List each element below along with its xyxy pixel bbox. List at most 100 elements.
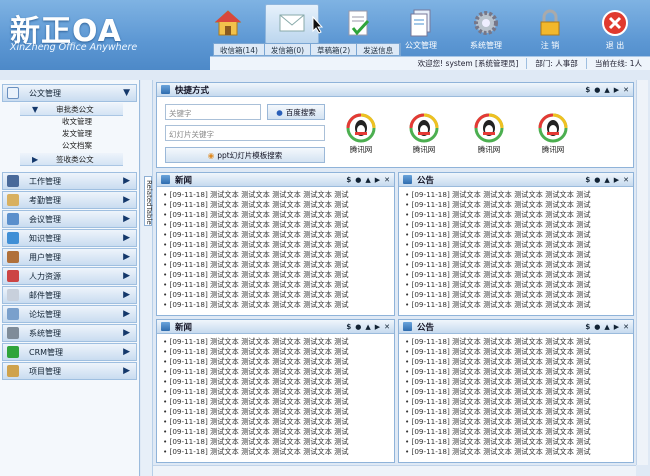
list-item[interactable]: • [09-11-18] 测试文本 测试文本 测试文本 测试文本 测试 (163, 240, 388, 250)
list-item[interactable]: • [09-11-18] 测试文本 测试文本 测试文本 测试文本 测试 (163, 407, 388, 417)
refresh-icon[interactable]: ● (355, 323, 361, 331)
sidebar-sub-approval[interactable]: ▼ 审批类公文 (20, 103, 123, 116)
exit-button[interactable]: 退 出 (590, 6, 640, 56)
dollar-icon[interactable]: $ (346, 323, 351, 331)
list-item[interactable]: • [09-11-18] 测试文本 测试文本 测试文本 测试文本 测试 (163, 377, 388, 387)
list-item[interactable]: • [09-11-18] 测试文本 测试文本 测试文本 测试文本 测试 (405, 290, 627, 300)
list-item[interactable]: • [09-11-18] 测试文本 测试文本 测试文本 测试文本 测试 (405, 220, 627, 230)
dollar-icon[interactable]: $ (346, 176, 351, 184)
qq-shortcut[interactable]: 腾讯网 (470, 113, 508, 155)
sidebar-item[interactable]: 项目管理 ▶ (2, 362, 137, 380)
list-item[interactable]: • [09-11-18] 测试文本 测试文本 测试文本 测试文本 测试 (405, 240, 627, 250)
list-item[interactable]: • [09-11-18] 测试文本 测试文本 测试文本 测试文本 测试 (405, 230, 627, 240)
list-item[interactable]: • [09-11-18] 测试文本 测试文本 测试文本 测试文本 测试 (405, 437, 627, 447)
list-item[interactable]: • [09-11-18] 测试文本 测试文本 测试文本 测试文本 测试 (405, 447, 627, 457)
panel-tools[interactable]: $ ● ▲ ▶ ✕ (346, 176, 390, 184)
list-item[interactable]: • [09-11-18] 测试文本 测试文本 测试文本 测试文本 测试 (405, 260, 627, 270)
collapse-icon[interactable]: ▲ (604, 176, 609, 184)
close-icon[interactable]: ✕ (623, 176, 629, 184)
list-item[interactable]: • [09-11-18] 测试文本 测试文本 测试文本 测试文本 测试 (405, 210, 627, 220)
list-item[interactable]: • [09-11-18] 测试文本 测试文本 测试文本 测试文本 测试 (163, 347, 388, 357)
sidebar-leaf-sent[interactable]: 发文管理 (0, 128, 139, 140)
qq-shortcut[interactable]: 腾讯网 (342, 113, 380, 155)
ppt-keyword-input[interactable]: 幻灯片关键字 (165, 125, 325, 141)
list-item[interactable]: • [09-11-18] 测试文本 测试文本 测试文本 测试文本 测试 (163, 200, 388, 210)
dollar-icon[interactable]: $ (585, 176, 590, 184)
refresh-icon[interactable]: ● (594, 323, 600, 331)
tab-outbox[interactable]: 发信箱(0) (265, 44, 312, 55)
list-item[interactable]: • [09-11-18] 测试文本 测试文本 测试文本 测试文本 测试 (163, 387, 388, 397)
vertical-scrollbar[interactable] (636, 80, 648, 465)
list-item[interactable]: • [09-11-18] 测试文本 测试文本 测试文本 测试文本 测试 (163, 270, 388, 280)
sidebar-item[interactable]: 用户管理 ▶ (2, 248, 137, 266)
refresh-icon[interactable]: ● (594, 86, 600, 94)
panel-tools[interactable]: $ ● ▲ ▶ ✕ (585, 86, 629, 94)
dollar-icon[interactable]: $ (585, 323, 590, 331)
collapse-icon[interactable]: ▲ (365, 323, 370, 331)
list-item[interactable]: • [09-11-18] 测试文本 测试文本 测试文本 测试文本 测试 (405, 357, 627, 367)
sidebar-item[interactable]: 系统管理 ▶ (2, 324, 137, 342)
list-item[interactable]: • [09-11-18] 测试文本 测试文本 测试文本 测试文本 测试 (405, 270, 627, 280)
list-item[interactable]: • [09-11-18] 测试文本 测试文本 测试文本 测试文本 测试 (163, 210, 388, 220)
panel-tools[interactable]: $ ● ▲ ▶ ✕ (585, 323, 629, 331)
list-item[interactable]: • [09-11-18] 测试文本 测试文本 测试文本 测试文本 测试 (163, 220, 388, 230)
list-item[interactable]: • [09-11-18] 测试文本 测试文本 测试文本 测试文本 测试 (405, 250, 627, 260)
expand-icon[interactable]: ▶ (614, 323, 619, 331)
list-item[interactable]: • [09-11-18] 测试文本 测试文本 测试文本 测试文本 测试 (405, 407, 627, 417)
sidebar-item[interactable]: 邮件管理 ▶ (2, 286, 137, 304)
list-item[interactable]: • [09-11-18] 测试文本 测试文本 测试文本 测试文本 测试 (405, 397, 627, 407)
list-item[interactable]: • [09-11-18] 测试文本 测试文本 测试文本 测试文本 测试 (405, 347, 627, 357)
sidebar-leaf-archive[interactable]: 公文档案 (0, 140, 139, 152)
sidebar-leaf-received[interactable]: 收文管理 (0, 116, 139, 128)
sidebar-item-documents[interactable]: 公文管理 ▼ (2, 84, 137, 102)
sidebar-item[interactable]: 工作管理 ▶ (2, 172, 137, 190)
close-icon[interactable]: ✕ (623, 86, 629, 94)
qq-shortcut[interactable]: 腾讯网 (405, 113, 443, 155)
list-item[interactable]: • [09-11-18] 测试文本 测试文本 测试文本 测试文本 测试 (163, 437, 388, 447)
list-item[interactable]: • [09-11-18] 测试文本 测试文本 测试文本 测试文本 测试 (163, 250, 388, 260)
list-item[interactable]: • [09-11-18] 测试文本 测试文本 测试文本 测试文本 测试 (163, 337, 388, 347)
sidebar-item[interactable]: 人力资源 ▶ (2, 267, 137, 285)
ppt-search-button[interactable]: ◉ ppt幻灯片模板搜索 (165, 147, 325, 163)
expand-icon[interactable]: ▶ (614, 176, 619, 184)
mail-icon[interactable] (265, 4, 319, 44)
sidebar-item[interactable]: 知识管理 ▶ (2, 229, 137, 247)
expand-icon[interactable]: ▶ (614, 86, 619, 94)
sidebar-splitter[interactable] (141, 80, 153, 476)
collapse-icon[interactable]: ▲ (604, 323, 609, 331)
list-item[interactable]: • [09-11-18] 测试文本 测试文本 测试文本 测试文本 测试 (405, 377, 627, 387)
list-item[interactable]: • [09-11-18] 测试文本 测试文本 测试文本 测试文本 测试 (163, 367, 388, 377)
list-item[interactable]: • [09-11-18] 测试文本 测试文本 测试文本 测试文本 测试 (163, 397, 388, 407)
dollar-icon[interactable]: $ (585, 86, 590, 94)
sidebar-sub-signoff[interactable]: ▶ 签收类公文 (20, 153, 123, 166)
tab-send-message[interactable]: 发送信息 (357, 44, 401, 55)
tab-drafts[interactable]: 草稿箱(2) (311, 44, 358, 55)
baidu-search-button[interactable]: ● 百度搜索 (267, 104, 325, 120)
logout-button[interactable]: 注 销 (525, 6, 575, 56)
list-item[interactable]: • [09-11-18] 测试文本 测试文本 测试文本 测试文本 测试 (163, 260, 388, 270)
list-item[interactable]: • [09-11-18] 测试文本 测试文本 测试文本 测试文本 测试 (405, 200, 627, 210)
list-item[interactable]: • [09-11-18] 测试文本 测试文本 测试文本 测试文本 测试 (405, 387, 627, 397)
refresh-icon[interactable]: ● (594, 176, 600, 184)
collapse-icon[interactable]: ▲ (604, 86, 609, 94)
sidebar-item[interactable]: 会议管理 ▶ (2, 210, 137, 228)
horizontal-scrollbar[interactable] (153, 465, 636, 476)
expand-icon[interactable]: ▶ (375, 323, 380, 331)
list-item[interactable]: • [09-11-18] 测试文本 测试文本 测试文本 测试文本 测试 (405, 417, 627, 427)
sidebar-item[interactable]: 考勤管理 ▶ (2, 191, 137, 209)
tab-inbox[interactable]: 收信箱(14) (214, 44, 265, 55)
list-item[interactable]: • [09-11-18] 测试文本 测试文本 测试文本 测试文本 测试 (163, 290, 388, 300)
list-item[interactable]: • [09-11-18] 测试文本 测试文本 测试文本 测试文本 测试 (163, 230, 388, 240)
keyword-input[interactable]: 关键字 (165, 104, 261, 120)
list-item[interactable]: • [09-11-18] 测试文本 测试文本 测试文本 测试文本 测试 (163, 280, 388, 290)
list-item[interactable]: • [09-11-18] 测试文本 测试文本 测试文本 测试文本 测试 (163, 190, 388, 200)
list-item[interactable]: • [09-11-18] 测试文本 测试文本 测试文本 测试文本 测试 (405, 300, 627, 310)
list-item[interactable]: • [09-11-18] 测试文本 测试文本 测试文本 测试文本 测试 (405, 427, 627, 437)
expand-icon[interactable]: ▶ (375, 176, 380, 184)
panel-tools[interactable]: $ ● ▲ ▶ ✕ (585, 176, 629, 184)
list-item[interactable]: • [09-11-18] 测试文本 测试文本 测试文本 测试文本 测试 (405, 367, 627, 377)
list-item[interactable]: • [09-11-18] 测试文本 测试文本 测试文本 测试文本 测试 (163, 427, 388, 437)
collapse-icon[interactable]: ▲ (365, 176, 370, 184)
list-item[interactable]: • [09-11-18] 测试文本 测试文本 测试文本 测试文本 测试 (163, 300, 388, 310)
documents-button[interactable]: 公文管理 (396, 6, 446, 56)
